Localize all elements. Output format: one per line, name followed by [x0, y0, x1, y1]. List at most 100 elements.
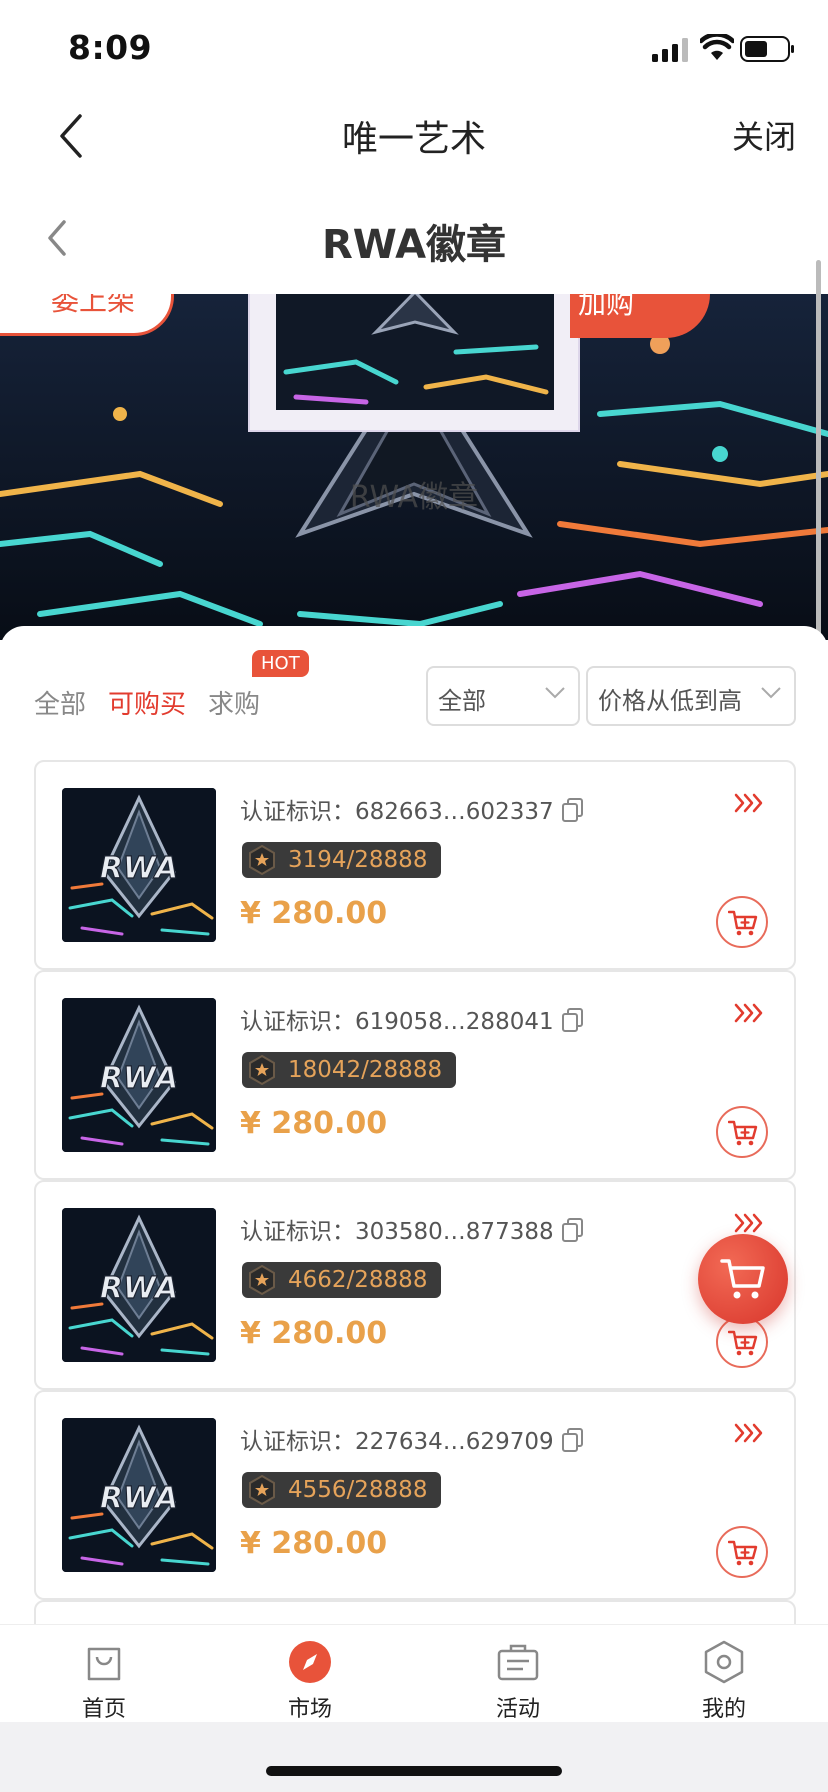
banner-right-tag-label: 加购 — [578, 294, 635, 320]
triple-chevron-right-icon[interactable] — [734, 792, 764, 814]
triple-chevron-right-icon[interactable] — [734, 1002, 764, 1024]
copy-icon[interactable] — [561, 1008, 584, 1032]
tabbar-label-market: 市场 — [287, 1697, 332, 1722]
hexagon-user-icon — [704, 1640, 744, 1684]
cart-icon — [720, 1259, 765, 1299]
tabbar-item-home[interactable]: 首页 — [44, 1639, 164, 1723]
listing-card[interactable]: RWA 认证标识：682663…602337 3194/28888 ¥ 280.00 — [34, 760, 796, 970]
listing-thumbnail[interactable]: RWA — [62, 788, 216, 942]
battery-icon — [740, 36, 794, 62]
thumbnail-logo-text: RWA — [100, 1061, 178, 1096]
add-to-cart-button[interactable] — [716, 1526, 768, 1578]
banner-preview-frame — [248, 294, 580, 432]
tab-wanted[interactable]: 求购 — [208, 684, 260, 721]
page-header: RWA徽章 — [0, 192, 828, 292]
briefcase-icon — [497, 1644, 539, 1681]
edition-number: 18042/28888 — [288, 1057, 443, 1083]
edition-badge: 18042/28888 — [242, 1052, 457, 1088]
certification-label: 认证标识： — [240, 1429, 355, 1455]
sort-select-value: 价格从低到高 — [598, 687, 742, 715]
thumbnail-logo-text: RWA — [100, 1271, 178, 1306]
listing-card[interactable]: RWA 认证标识：303580…877388 4662/28888 ¥ 280.00 — [34, 1180, 796, 1390]
cart-plus-icon — [728, 910, 758, 936]
certification-label: 认证标识： — [240, 799, 355, 825]
bag-icon — [87, 1647, 121, 1681]
banner-preview-image — [276, 294, 554, 410]
star-badge-icon — [249, 1264, 275, 1296]
market-panel: 全部 可购买 求购 HOT 全部 价格从低到高 RWA 认证标识：682663…6… — [0, 626, 828, 1660]
home-indicator[interactable] — [266, 1766, 562, 1776]
triple-chevron-right-icon[interactable] — [734, 1422, 764, 1444]
app-navigation-bar: 唯一艺术 关闭 — [0, 96, 828, 188]
tab-all[interactable]: 全部 — [34, 684, 86, 721]
home-indicator-area — [0, 1722, 828, 1792]
banner-right-tag[interactable]: 加购 — [570, 294, 710, 338]
certification-value: 303580…877388 — [355, 1219, 554, 1245]
listing-card[interactable]: RWA 认证标识：227634…629709 4556/28888 ¥ 280.00 — [34, 1390, 796, 1600]
edition-number: 4662/28888 — [288, 1267, 428, 1293]
scrollbar[interactable] — [816, 260, 821, 680]
listing-price: ¥ 280.00 — [240, 1316, 388, 1351]
hot-badge: HOT — [252, 650, 309, 677]
star-badge-icon — [249, 844, 275, 876]
banner-watermark: RWA徽章 — [349, 480, 479, 515]
certification-id: 认证标识：682663…602337 — [240, 792, 584, 826]
category-select[interactable]: 全部 — [426, 666, 580, 726]
listing-thumbnail[interactable]: RWA — [62, 998, 216, 1152]
sort-select[interactable]: 价格从低到高 — [586, 666, 796, 726]
close-button[interactable]: 关闭 — [732, 112, 796, 158]
cart-plus-icon — [728, 1120, 758, 1146]
listing-thumbnail[interactable]: RWA — [62, 1418, 216, 1572]
cellular-signal-icon — [652, 38, 688, 62]
tabbar-item-activity[interactable]: 活动 — [458, 1639, 578, 1723]
floating-cart-button[interactable] — [698, 1234, 788, 1324]
copy-icon[interactable] — [561, 1218, 584, 1242]
edition-number: 4556/28888 — [288, 1477, 428, 1503]
triple-chevron-right-icon[interactable] — [734, 1212, 764, 1234]
certification-value: 227634…629709 — [355, 1429, 554, 1455]
certification-label: 认证标识： — [240, 1219, 355, 1245]
category-select-value: 全部 — [438, 687, 486, 715]
copy-icon[interactable] — [561, 1428, 584, 1452]
thumbnail-logo-text: RWA — [100, 851, 178, 886]
certification-value: 682663…602337 — [355, 799, 554, 825]
collection-banner: 委上架 加购 RWA徽章 — [0, 294, 828, 640]
chevron-down-icon — [545, 687, 565, 699]
listing-card[interactable]: RWA 认证标识：619058…288041 18042/28888 ¥ 280.00 — [34, 970, 796, 1180]
certification-id: 认证标识：303580…877388 — [240, 1212, 584, 1246]
edition-badge: 3194/28888 — [242, 842, 442, 878]
certification-value: 619058…288041 — [355, 1009, 554, 1035]
tabbar-label-activity: 活动 — [495, 1697, 540, 1722]
tabbar-label-mine: 我的 — [701, 1697, 746, 1722]
tabbar-label-home: 首页 — [81, 1697, 126, 1722]
certification-label: 认证标识： — [240, 1009, 355, 1035]
listing-price: ¥ 280.00 — [240, 1526, 388, 1561]
status-bar: 8:09 — [0, 0, 828, 96]
copy-icon[interactable] — [561, 798, 584, 822]
star-badge-icon — [249, 1054, 275, 1086]
bottom-tab-bar: 首页 市场 活动 我的 — [0, 1624, 828, 1722]
tab-available[interactable]: 可购买 — [108, 684, 186, 721]
certification-id: 认证标识：227634…629709 — [240, 1422, 584, 1456]
edition-badge: 4662/28888 — [242, 1262, 442, 1298]
chevron-down-icon — [761, 687, 781, 699]
page-title: RWA徽章 — [321, 222, 507, 268]
app-title: 唯一艺术 — [341, 119, 486, 160]
listing-thumbnail[interactable]: RWA — [62, 1208, 216, 1362]
star-badge-icon — [249, 1474, 275, 1506]
cart-plus-icon — [728, 1330, 758, 1356]
edition-number: 3194/28888 — [288, 847, 428, 873]
wifi-icon — [700, 34, 734, 60]
thumbnail-logo-text: RWA — [100, 1481, 178, 1516]
add-to-cart-button[interactable] — [716, 1106, 768, 1158]
cart-plus-icon — [728, 1540, 758, 1566]
compass-icon — [289, 1641, 331, 1683]
add-to-cart-button[interactable] — [716, 896, 768, 948]
certification-id: 认证标识：619058…288041 — [240, 1002, 584, 1036]
banner-left-tag-label: 委上架 — [50, 294, 135, 317]
banner-left-tag[interactable]: 委上架 — [0, 294, 174, 336]
tabbar-item-market[interactable]: 市场 — [250, 1639, 370, 1723]
tabbar-item-mine[interactable]: 我的 — [664, 1639, 784, 1723]
listing-price: ¥ 280.00 — [240, 1106, 388, 1141]
status-time: 8:09 — [68, 28, 153, 67]
